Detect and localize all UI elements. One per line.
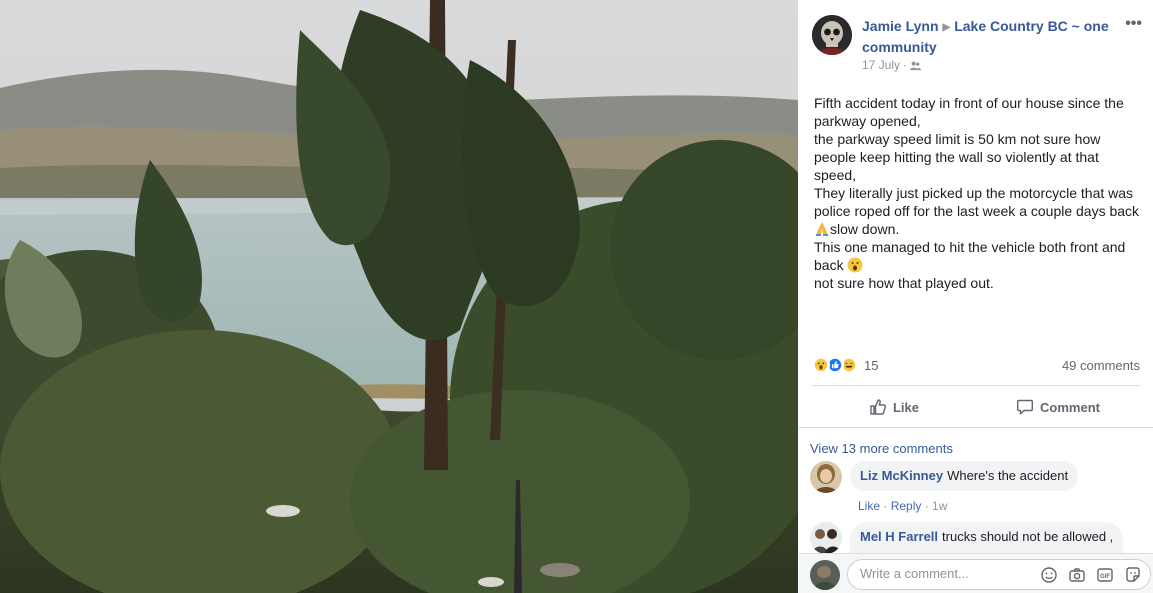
post-text-line: Fifth accident today in front of our hou… [814, 95, 1124, 129]
post-text-line-emoji: slow down. [814, 220, 1144, 238]
meta-separator: · [903, 58, 908, 72]
comment-button[interactable]: Comment [976, 386, 1140, 428]
comment-reply-link[interactable]: Reply [891, 499, 922, 513]
comments-count[interactable]: 49 comments [1062, 358, 1140, 373]
post-panel: Jamie Lynn ▶ Lake Country BC ~ one communi… [798, 0, 1153, 593]
post-text-line: They literally just picked up the motorc… [814, 185, 1140, 219]
post-actions: Like Comment [812, 386, 1140, 428]
comment-text: trucks should not be allowed , [942, 529, 1114, 544]
comment-input-box[interactable]: GIF [847, 559, 1151, 590]
post-photo[interactable] [0, 0, 798, 593]
surprised-face-icon [847, 257, 863, 273]
svg-text:GIF: GIF [1100, 574, 1110, 580]
more-options-icon[interactable]: ••• [1125, 15, 1142, 33]
comment-like-link[interactable]: Like [858, 499, 880, 513]
post-text-line: not sure how that played out. [814, 275, 994, 291]
author-name[interactable]: Jamie Lynn [862, 18, 939, 34]
view-more-comments-link[interactable]: View 13 more comments [810, 441, 953, 456]
commenter-avatar[interactable] [810, 522, 842, 553]
liz-avatar-icon [810, 461, 842, 493]
thumbs-up-icon [870, 399, 887, 415]
landscape-image [0, 0, 798, 593]
comment-text: Where's the accident [947, 468, 1069, 483]
author-avatar[interactable] [812, 15, 852, 55]
commenter-name[interactable]: Liz McKinney [860, 468, 943, 483]
camera-icon[interactable] [1068, 566, 1086, 584]
post-header: Jamie Lynn ▶ Lake Country BC ~ one communi… [812, 15, 1142, 75]
comment-bubble: Liz McKinney Where's the accident [850, 461, 1079, 491]
comment-actions: Like · Reply · 1w [858, 499, 948, 513]
composer-icons: GIF [1040, 566, 1142, 584]
group-privacy-icon [910, 61, 922, 70]
comments-section: View 13 more comments Liz McKinney Where'… [798, 428, 1153, 553]
post-text-slowdown: slow down. [830, 221, 900, 237]
wow-reaction-icon[interactable] [812, 356, 830, 374]
arrow-right-icon: ▶ [942, 22, 951, 33]
commenter-avatar[interactable] [810, 461, 842, 493]
like-label: Like [892, 399, 919, 415]
comment-bubble: Mel H Farrell trucks should not be allowe… [850, 522, 1124, 553]
comment-composer: GIF [798, 553, 1153, 593]
post-author-line: Jamie Lynn ▶ Lake Country BC ~ one communi… [862, 17, 1117, 57]
user-avatar-icon [810, 560, 840, 590]
reaction-count[interactable]: 15 [864, 358, 878, 373]
photo-viewer: Jamie Lynn ▶ Lake Country BC ~ one communi… [0, 0, 1153, 593]
comment-icon [1017, 399, 1034, 415]
commenter-name[interactable]: Mel H Farrell [860, 529, 938, 544]
reactions-bar: 15 49 comments [812, 355, 1140, 375]
post-meta: 17 July · [862, 58, 922, 72]
current-user-avatar[interactable] [810, 560, 840, 590]
gif-icon[interactable]: GIF [1096, 566, 1114, 584]
post-text-line: the parkway speed limit is 50 km not sur… [814, 131, 1101, 183]
post-date[interactable]: 17 July [862, 58, 900, 72]
comment-time[interactable]: 1w [932, 499, 947, 513]
comment-input[interactable] [860, 566, 1030, 581]
sticker-icon[interactable] [1124, 566, 1142, 584]
emoji-icon[interactable] [1040, 566, 1058, 584]
post-text-line-emoji: This one managed to hit the vehicle both… [814, 238, 1144, 274]
mel-avatar-icon [810, 522, 842, 553]
skull-avatar-icon [812, 15, 852, 55]
praying-hands-icon [816, 222, 828, 236]
comment-label: Comment [1040, 399, 1100, 415]
post-body: Fifth accident today in front of our hou… [814, 94, 1144, 292]
like-button[interactable]: Like [812, 386, 976, 428]
